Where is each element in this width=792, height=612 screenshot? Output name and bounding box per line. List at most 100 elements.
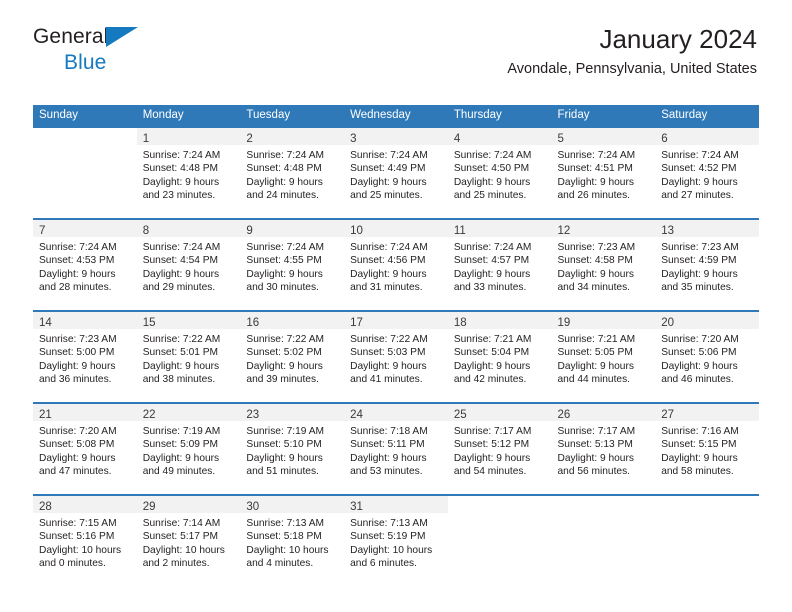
sunrise-text: Sunrise: 7:24 AM [142, 242, 221, 253]
daylight-text: Daylight: 9 hours [350, 360, 427, 372]
day-number: 7 [39, 225, 46, 237]
day-number-band: 5 [551, 128, 656, 145]
sunset-text: Sunset: 4:52 PM [661, 163, 737, 175]
sunrise-text: Sunrise: 7:24 AM [661, 150, 739, 161]
weekday-header-friday: Friday [551, 105, 656, 127]
calendar-day-cell[interactable]: 5 Sunrise: 7:24 AM Sunset: 4:51 PM Daylight… [551, 126, 656, 219]
calendar-day-cell[interactable]: 12 Sunrise: 7:23 AM Sunset: 4:58 PM Dayligh… [551, 218, 656, 311]
calendar-day-cell[interactable]: 3 Sunrise: 7:24 AM Sunset: 4:49 PM Daylight… [344, 126, 448, 219]
sunrise-text: Sunrise: 7:23 AM [661, 242, 739, 253]
daylight-text-cont: and 30 minutes. [246, 282, 319, 294]
day-details: Sunrise: 7:24 AM Sunset: 4:48 PM Daylight:… [137, 145, 241, 203]
day-number-band: 27 [655, 404, 759, 421]
calendar-day-cell[interactable]: 19 Sunrise: 7:21 AM Sunset: 5:05 PM Dayligh… [551, 310, 656, 403]
day-number-band: 23 [240, 404, 345, 421]
calendar-day-cell[interactable]: 24 Sunrise: 7:18 AM Sunset: 5:11 PM Dayligh… [344, 402, 448, 495]
calendar-day-cell[interactable]: 18 Sunrise: 7:21 AM Sunset: 5:04 PM Dayligh… [447, 310, 552, 403]
sunrise-text: Sunrise: 7:19 AM [142, 426, 221, 437]
logo-text-blue: Blue [64, 51, 107, 74]
sunset-text: Sunset: 4:59 PM [661, 255, 737, 267]
sunset-text: Sunset: 4:58 PM [557, 255, 633, 267]
calendar-day-cell[interactable]: 21 Sunrise: 7:20 AM Sunset: 5:08 PM Dayligh… [33, 402, 137, 495]
calendar-day-cell[interactable]: 29 Sunrise: 7:14 AM Sunset: 5:17 PM Dayligh… [136, 494, 241, 586]
daylight-text: Daylight: 9 hours [39, 268, 116, 280]
calendar-day-cell[interactable]: 23 Sunrise: 7:19 AM Sunset: 5:10 PM Dayligh… [240, 402, 345, 495]
sunset-text: Sunset: 5:08 PM [39, 439, 115, 451]
daylight-text-cont: and 25 minutes. [453, 190, 527, 202]
day-number: 12 [557, 225, 571, 237]
sunset-text: Sunset: 4:51 PM [557, 163, 633, 175]
calendar-day-cell[interactable]: 7 Sunrise: 7:24 AM Sunset: 4:53 PM Daylight… [33, 218, 137, 311]
calendar-day-cell[interactable]: 14 Sunrise: 7:23 AM Sunset: 5:00 PM Dayligh… [33, 310, 137, 403]
calendar-day-cell[interactable]: 30 Sunrise: 7:13 AM Sunset: 5:18 PM Dayligh… [240, 494, 345, 586]
calendar-day-cell[interactable]: 22 Sunrise: 7:19 AM Sunset: 5:09 PM Dayligh… [136, 402, 241, 495]
calendar-day-cell[interactable]: 4 Sunrise: 7:24 AM Sunset: 4:50 PM Daylight… [447, 126, 552, 219]
daylight-text: Daylight: 10 hours [350, 544, 433, 556]
day-number: 13 [661, 225, 675, 237]
calendar-day-cell[interactable]: 13 Sunrise: 7:23 AM Sunset: 4:59 PM Dayligh… [655, 218, 759, 311]
calendar-day-cell[interactable]: 8 Sunrise: 7:24 AM Sunset: 4:54 PM Daylight… [136, 218, 241, 311]
day-details: Sunrise: 7:19 AM Sunset: 5:09 PM Daylight:… [137, 421, 241, 479]
calendar-day-cell[interactable]: 17 Sunrise: 7:22 AM Sunset: 5:03 PM Dayligh… [344, 310, 448, 403]
daylight-text: Daylight: 10 hours [246, 544, 329, 556]
sunrise-text: Sunrise: 7:24 AM [453, 242, 532, 253]
sunrise-text: Sunrise: 7:21 AM [557, 334, 636, 345]
calendar-day-cell[interactable]: 20 Sunrise: 7:20 AM Sunset: 5:06 PM Dayligh… [655, 310, 759, 403]
calendar-day-cell[interactable]: 27 Sunrise: 7:16 AM Sunset: 5:15 PM Dayligh… [655, 402, 759, 495]
calendar-day-cell[interactable]: 15 Sunrise: 7:22 AM Sunset: 5:01 PM Dayligh… [136, 310, 241, 403]
sunrise-text: Sunrise: 7:24 AM [453, 150, 532, 161]
sunrise-text: Sunrise: 7:23 AM [557, 242, 636, 253]
day-number: 5 [557, 133, 564, 145]
sunset-text: Sunset: 5:16 PM [39, 531, 115, 543]
calendar-day-cell[interactable]: 2 Sunrise: 7:24 AM Sunset: 4:48 PM Daylight… [240, 126, 345, 219]
daylight-text-cont: and 29 minutes. [142, 282, 216, 294]
sunrise-text: Sunrise: 7:15 AM [39, 518, 117, 529]
sunrise-text: Sunrise: 7:16 AM [661, 426, 739, 437]
logo-text-general: General [33, 25, 109, 48]
calendar-day-cell[interactable]: 25 Sunrise: 7:17 AM Sunset: 5:12 PM Dayligh… [447, 402, 552, 495]
day-details: Sunrise: 7:24 AM Sunset: 4:53 PM Daylight:… [33, 237, 137, 295]
daylight-text-cont: and 25 minutes. [350, 190, 423, 202]
sunset-text: Sunset: 4:54 PM [142, 255, 219, 267]
daylight-text: Daylight: 9 hours [661, 268, 738, 280]
calendar-header-row: Sunday Monday Tuesday Wednesday Thursday Frid… [33, 105, 759, 127]
daylight-text: Daylight: 9 hours [39, 360, 116, 372]
sunrise-text: Sunrise: 7:24 AM [246, 242, 324, 253]
sunset-text: Sunset: 5:02 PM [246, 347, 322, 359]
calendar-week-row: 21 Sunrise: 7:20 AM Sunset: 5:08 PM Dayligh… [33, 402, 759, 495]
daylight-text-cont: and 44 minutes. [557, 374, 631, 386]
day-number-band: 16 [240, 312, 345, 329]
daylight-text: Daylight: 9 hours [453, 452, 531, 464]
daylight-text-cont: and 46 minutes. [661, 374, 734, 386]
day-number-band: 14 [33, 312, 137, 329]
day-details [552, 513, 656, 517]
day-number-band: 26 [551, 404, 656, 421]
day-number: 23 [246, 409, 260, 421]
calendar-day-cell[interactable]: 16 Sunrise: 7:22 AM Sunset: 5:02 PM Dayligh… [240, 310, 345, 403]
weekday-header-thursday: Thursday [447, 105, 552, 127]
calendar-day-cell[interactable]: 6 Sunrise: 7:24 AM Sunset: 4:52 PM Daylight… [655, 126, 759, 219]
day-details: Sunrise: 7:24 AM Sunset: 4:56 PM Daylight:… [344, 237, 448, 295]
daylight-text: Daylight: 9 hours [557, 268, 634, 280]
calendar-day-cell[interactable]: 1 Sunrise: 7:24 AM Sunset: 4:48 PM Daylight… [136, 126, 241, 219]
calendar-day-cell[interactable]: 9 Sunrise: 7:24 AM Sunset: 4:55 PM Daylight… [240, 218, 345, 311]
calendar-day-cell[interactable]: 28 Sunrise: 7:15 AM Sunset: 5:16 PM Dayligh… [33, 494, 137, 586]
day-number-band: 31 [344, 496, 448, 513]
blue-triangle-icon [106, 26, 140, 53]
calendar-day-cell[interactable]: 11 Sunrise: 7:24 AM Sunset: 4:57 PM Dayligh… [447, 218, 552, 311]
day-number: 30 [246, 501, 260, 513]
sunset-text: Sunset: 4:53 PM [39, 255, 115, 267]
day-number: 31 [350, 501, 363, 513]
daylight-text: Daylight: 9 hours [246, 452, 323, 464]
weekday-header-monday: Monday [136, 105, 241, 127]
day-number-band: 20 [655, 312, 759, 329]
day-details: Sunrise: 7:16 AM Sunset: 5:15 PM Daylight:… [655, 421, 759, 479]
day-number: 8 [142, 225, 150, 237]
calendar-day-cell[interactable]: 31 Sunrise: 7:13 AM Sunset: 5:19 PM Dayligh… [344, 494, 448, 586]
calendar-day-cell[interactable]: 26 Sunrise: 7:17 AM Sunset: 5:13 PM Dayligh… [551, 402, 656, 495]
daylight-text-cont: and 39 minutes. [246, 374, 319, 386]
general-blue-logo[interactable]: General Blue [33, 26, 263, 74]
calendar-day-cell[interactable]: 10 Sunrise: 7:24 AM Sunset: 4:56 PM Dayligh… [344, 218, 448, 311]
sunset-text: Sunset: 5:15 PM [661, 439, 737, 451]
daylight-text: Daylight: 9 hours [142, 360, 220, 372]
